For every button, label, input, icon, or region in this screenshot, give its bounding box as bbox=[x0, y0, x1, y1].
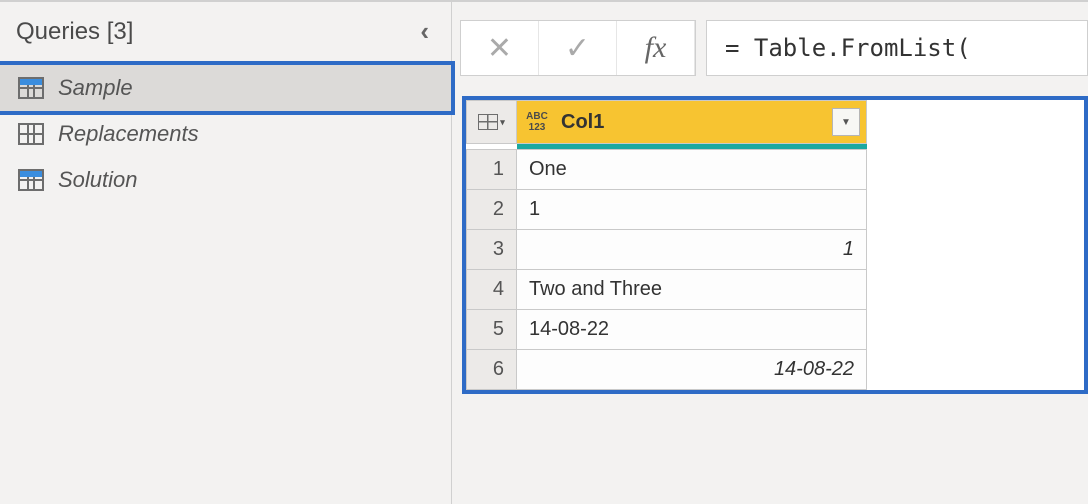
cell-value[interactable]: 1 bbox=[517, 190, 867, 230]
query-item-sample[interactable]: Sample bbox=[0, 65, 451, 111]
row-index: 5 bbox=[467, 310, 517, 350]
table-icon bbox=[478, 114, 498, 130]
query-item-solution[interactable]: Solution bbox=[0, 157, 451, 203]
row-index: 4 bbox=[467, 270, 517, 310]
cell-value[interactable]: 1 bbox=[517, 230, 867, 270]
cancel-formula-button[interactable]: ✕ bbox=[461, 21, 539, 75]
accept-formula-button[interactable]: ✓ bbox=[539, 21, 617, 75]
table-icon bbox=[18, 169, 44, 191]
table-row[interactable]: 4Two and Three bbox=[467, 270, 867, 310]
query-item-label: Sample bbox=[58, 75, 133, 101]
query-list: Sample Replacements Solution bbox=[0, 65, 451, 203]
table-icon bbox=[18, 123, 44, 145]
table-row[interactable]: 21 bbox=[467, 190, 867, 230]
main-panel: ✕ ✓ fx = Table.FromList( ▾ bbox=[452, 2, 1088, 504]
queries-title: Queries [3] bbox=[16, 18, 133, 46]
grid-corner[interactable]: ▾ bbox=[467, 101, 517, 144]
table-row[interactable]: 1One bbox=[467, 150, 867, 190]
table-icon bbox=[18, 77, 44, 99]
table-row[interactable]: 514-08-22 bbox=[467, 310, 867, 350]
column-header-col1[interactable]: ABC 123 Col1 ▼ bbox=[517, 101, 867, 144]
queries-sidebar: Queries [3] ‹ Sample Replacements Solution bbox=[0, 2, 452, 504]
data-grid: ▾ ABC 123 Col1 ▼ bbox=[462, 96, 1088, 394]
row-index: 2 bbox=[467, 190, 517, 230]
fx-button[interactable]: fx bbox=[617, 21, 695, 75]
formula-toolbox: ✕ ✓ fx bbox=[460, 20, 696, 76]
column-filter-button[interactable]: ▼ bbox=[832, 108, 860, 136]
datatype-any-icon[interactable]: ABC 123 bbox=[517, 101, 557, 143]
table-row[interactable]: 31 bbox=[467, 230, 867, 270]
chevron-down-icon: ▾ bbox=[500, 117, 505, 128]
row-index: 1 bbox=[467, 150, 517, 190]
query-item-replacements[interactable]: Replacements bbox=[0, 111, 451, 157]
collapse-sidebar-button[interactable]: ‹ bbox=[414, 16, 435, 47]
row-index: 6 bbox=[467, 350, 517, 390]
formula-input[interactable]: = Table.FromList( bbox=[706, 20, 1088, 76]
cell-value[interactable]: 14-08-22 bbox=[517, 310, 867, 350]
query-item-label: Replacements bbox=[58, 121, 199, 147]
cell-value[interactable]: 14-08-22 bbox=[517, 350, 867, 390]
formula-bar: ✕ ✓ fx = Table.FromList( bbox=[460, 20, 1088, 76]
query-item-label: Solution bbox=[58, 167, 138, 193]
row-index: 3 bbox=[467, 230, 517, 270]
cell-value[interactable]: One bbox=[517, 150, 867, 190]
column-name: Col1 bbox=[557, 111, 826, 134]
queries-header: Queries [3] ‹ bbox=[0, 12, 451, 65]
table-row[interactable]: 614-08-22 bbox=[467, 350, 867, 390]
cell-value[interactable]: Two and Three bbox=[517, 270, 867, 310]
